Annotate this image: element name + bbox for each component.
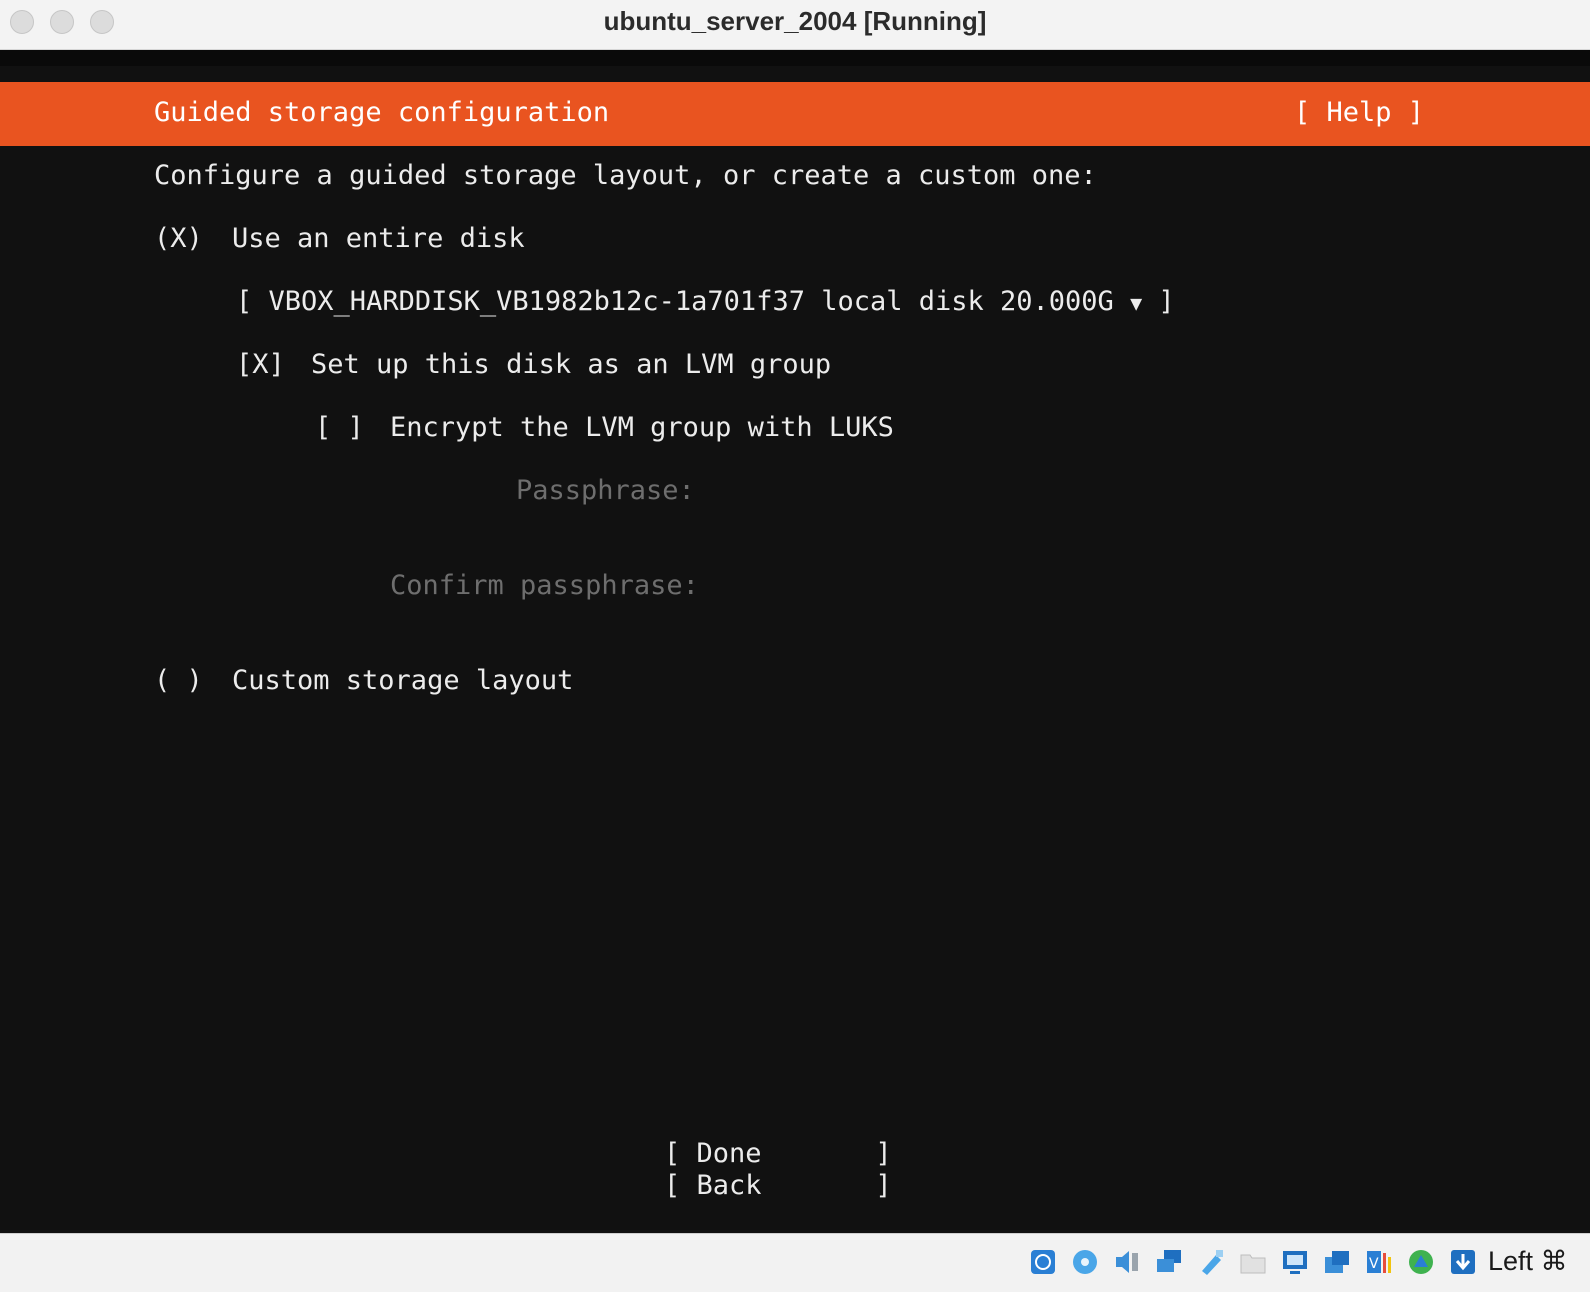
vm-statusbar: V Left ⌘ bbox=[0, 1233, 1590, 1292]
passphrase-label: Passphrase: bbox=[516, 475, 695, 506]
vm-screen[interactable]: Guided storage configuration [ Help ] Co… bbox=[0, 50, 1590, 1233]
entire-disk-radio[interactable]: (X) bbox=[154, 223, 203, 254]
disk-select-open-bracket: [ bbox=[236, 286, 253, 317]
cpu-icon[interactable] bbox=[1406, 1247, 1436, 1277]
chevron-down-icon: ▼ bbox=[1130, 291, 1143, 315]
network-icon[interactable] bbox=[1154, 1247, 1184, 1277]
shared-folders-icon[interactable] bbox=[1238, 1247, 1268, 1277]
svg-text:V: V bbox=[1369, 1256, 1379, 1272]
hard-disk-icon[interactable] bbox=[1028, 1247, 1058, 1277]
disk-select[interactable]: [ VBOX_HARDDISK_VB1982b12c-1a701f37 loca… bbox=[236, 286, 1175, 317]
custom-layout-radio[interactable]: ( ) bbox=[154, 665, 203, 696]
lvm-checkbox[interactable]: [X] bbox=[236, 349, 285, 380]
confirm-passphrase-label: Confirm passphrase: bbox=[390, 570, 699, 601]
optical-drive-icon[interactable] bbox=[1070, 1247, 1100, 1277]
mouse-integration-icon[interactable] bbox=[1448, 1247, 1478, 1277]
installer-header: Guided storage configuration [ Help ] bbox=[0, 82, 1590, 146]
luks-checkbox[interactable]: [ ] bbox=[315, 412, 364, 443]
entire-disk-radio-marker: (X) bbox=[154, 223, 203, 254]
help-button[interactable]: [ Help ] bbox=[1294, 97, 1424, 128]
host-key-label: Left ⌘ bbox=[1488, 1246, 1568, 1276]
usb-icon[interactable] bbox=[1196, 1247, 1226, 1277]
vrde-icon[interactable]: V bbox=[1364, 1247, 1394, 1277]
window-titlebar: ubuntu_server_2004 [Running] bbox=[0, 0, 1590, 50]
custom-layout-label[interactable]: Custom storage layout bbox=[232, 665, 573, 696]
window-title: ubuntu_server_2004 [Running] bbox=[603, 6, 987, 36]
intro-text: Configure a guided storage layout, or cr… bbox=[154, 160, 1097, 191]
luks-label[interactable]: Encrypt the LVM group with LUKS bbox=[390, 412, 894, 443]
disk-select-close-bracket: ] bbox=[1158, 286, 1175, 317]
lvm-label[interactable]: Set up this disk as an LVM group bbox=[311, 349, 831, 380]
done-button[interactable]: [ Done ] bbox=[664, 1138, 892, 1169]
recording-icon[interactable] bbox=[1322, 1247, 1352, 1277]
audio-icon[interactable] bbox=[1112, 1247, 1142, 1277]
entire-disk-label[interactable]: Use an entire disk bbox=[232, 223, 525, 254]
page-title: Guided storage configuration bbox=[154, 97, 610, 128]
display-icon[interactable] bbox=[1280, 1247, 1310, 1277]
disk-select-value: VBOX_HARDDISK_VB1982b12c-1a701f37 local … bbox=[268, 286, 1114, 317]
back-button[interactable]: [ Back ] bbox=[664, 1170, 892, 1201]
